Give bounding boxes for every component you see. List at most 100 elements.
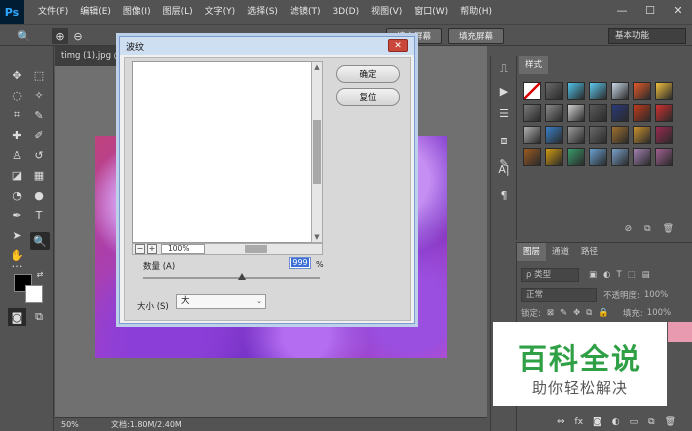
zoom-tool-active-icon[interactable]: 🔍	[30, 232, 50, 250]
style-swatch[interactable]	[611, 126, 629, 144]
menu-window[interactable]: 窗口(W)	[408, 0, 454, 24]
delete-style-icon[interactable]: 🗑	[663, 224, 674, 234]
reset-button[interactable]: 复位	[336, 88, 400, 106]
dodge-tool-icon[interactable]: ●	[30, 186, 48, 204]
style-swatch[interactable]	[589, 104, 607, 122]
actions-panel-icon[interactable]: ▶	[495, 82, 513, 100]
menu-image[interactable]: 图像(I)	[117, 0, 157, 24]
path-select-icon[interactable]: ➤	[8, 226, 26, 244]
preview-scrollbar[interactable]: ▲ ▼	[311, 61, 323, 243]
style-swatch[interactable]	[633, 126, 651, 144]
move-tool-icon[interactable]: ✥	[8, 66, 26, 84]
zoom-out-button[interactable]: −	[135, 244, 145, 254]
layer-filter-icons[interactable]: ▣◐T⬚▤	[589, 270, 656, 280]
tab-paths[interactable]: 路径	[575, 243, 604, 261]
style-swatch[interactable]	[523, 104, 541, 122]
swap-colors-icon[interactable]: ⇄	[34, 268, 46, 280]
blend-mode-select[interactable]: 正常	[521, 288, 597, 302]
paragraph-panel-icon[interactable]: ¶	[495, 186, 513, 204]
style-swatch[interactable]	[523, 148, 541, 166]
size-select[interactable]: 大 ⌄	[176, 294, 266, 309]
tab-channels[interactable]: 通道	[546, 243, 575, 261]
type-tool-icon[interactable]: T	[30, 206, 48, 224]
properties-panel-icon[interactable]: ☰	[495, 104, 513, 122]
scroll-down-icon[interactable]: ▼	[313, 232, 321, 242]
maximize-button[interactable]: ☐	[636, 0, 664, 20]
tab-layers[interactable]: 图层	[517, 243, 547, 261]
link-layers-icon[interactable]: ⇔	[557, 417, 565, 427]
preview-hscroll-thumb[interactable]	[245, 245, 267, 253]
style-swatch[interactable]	[611, 148, 629, 166]
new-layer-icon[interactable]: ⧉	[648, 417, 654, 427]
workspace-select[interactable]: 基本功能	[608, 28, 686, 44]
style-swatch[interactable]	[655, 82, 673, 100]
fill-screen-button-2[interactable]: 填充屏幕	[448, 28, 504, 44]
more-tools-icon[interactable]: …	[8, 254, 26, 272]
menu-view[interactable]: 视图(V)	[365, 0, 408, 24]
magic-wand-icon[interactable]: ✧	[30, 86, 48, 104]
style-swatch[interactable]	[633, 82, 651, 100]
scroll-up-icon[interactable]: ▲	[313, 62, 321, 72]
style-swatch[interactable]	[545, 148, 563, 166]
amount-slider-thumb[interactable]	[238, 273, 247, 280]
style-swatch[interactable]	[655, 104, 673, 122]
style-swatch[interactable]	[523, 82, 541, 100]
style-swatch[interactable]	[567, 104, 585, 122]
menu-layer[interactable]: 图层(L)	[157, 0, 199, 24]
dialog-close-button[interactable]: ✕	[388, 39, 408, 52]
menu-select[interactable]: 选择(S)	[241, 0, 284, 24]
menu-filter[interactable]: 滤镜(T)	[284, 0, 327, 24]
menu-edit[interactable]: 编辑(E)	[74, 0, 117, 24]
healing-brush-icon[interactable]: ✚	[8, 126, 26, 144]
minimize-button[interactable]: —	[608, 0, 636, 20]
menu-help[interactable]: 帮助(H)	[454, 0, 498, 24]
style-swatch[interactable]	[633, 148, 651, 166]
amount-input[interactable]: 999	[289, 257, 311, 269]
style-swatch[interactable]	[567, 148, 585, 166]
zoom-in-button[interactable]: +	[147, 244, 157, 254]
lock-icons[interactable]: ⊠✎✥⧉🔒	[547, 308, 615, 318]
adjustment-icon[interactable]: ◐	[612, 417, 620, 427]
zoom-tool-icon[interactable]: 🔍	[16, 28, 32, 44]
clone-stamp-icon[interactable]: ♙	[8, 146, 26, 164]
screen-mode-icon[interactable]: ⧉	[30, 308, 48, 326]
no-style-icon[interactable]: ⊘	[625, 224, 633, 234]
pen-tool-icon[interactable]: ✒	[8, 206, 26, 224]
blur-tool-icon[interactable]: ◔	[8, 186, 26, 204]
lasso-tool-icon[interactable]: ◌	[8, 86, 26, 104]
scroll-thumb[interactable]	[313, 120, 321, 184]
amount-value[interactable]: 999	[291, 258, 309, 267]
amount-slider-track[interactable]	[143, 277, 320, 279]
style-swatch[interactable]	[611, 82, 629, 100]
marquee-tool-icon[interactable]: ⬚	[30, 66, 48, 84]
style-swatch[interactable]	[545, 104, 563, 122]
preview-zoom-value[interactable]: 100%	[161, 244, 205, 254]
style-swatch[interactable]	[523, 126, 541, 144]
style-swatch[interactable]	[545, 82, 563, 100]
group-icon[interactable]: ▭	[630, 417, 639, 427]
quick-mask-icon[interactable]: ◙	[8, 308, 26, 326]
style-swatch[interactable]	[567, 82, 585, 100]
delete-layer-icon[interactable]: 🗑	[665, 417, 676, 427]
background-color-swatch[interactable]	[25, 285, 43, 303]
clone-source-icon[interactable]: ⧈	[495, 132, 513, 150]
character-panel-icon[interactable]: A|	[495, 160, 513, 178]
crop-tool-icon[interactable]: ⌗	[8, 106, 26, 124]
zoom-in-icon[interactable]: ⊕	[52, 28, 68, 44]
style-swatch[interactable]	[633, 104, 651, 122]
style-swatch[interactable]	[655, 126, 673, 144]
style-swatch[interactable]	[655, 148, 673, 166]
opacity-value[interactable]: 100%	[644, 290, 668, 300]
style-swatch[interactable]	[611, 104, 629, 122]
styles-tab[interactable]: 样式	[519, 56, 549, 74]
new-style-icon[interactable]: ⧉	[644, 224, 650, 234]
history-brush-icon[interactable]: ↺	[30, 146, 48, 164]
close-window-button[interactable]: ✕	[664, 0, 692, 20]
zoom-out-icon[interactable]: ⊖	[70, 28, 86, 44]
mask-icon[interactable]: ◙	[593, 417, 602, 427]
style-swatch[interactable]	[545, 126, 563, 144]
filter-preview[interactable]	[132, 61, 316, 243]
style-swatch[interactable]	[589, 148, 607, 166]
gradient-tool-icon[interactable]: ▦	[30, 166, 48, 184]
style-swatch[interactable]	[589, 82, 607, 100]
